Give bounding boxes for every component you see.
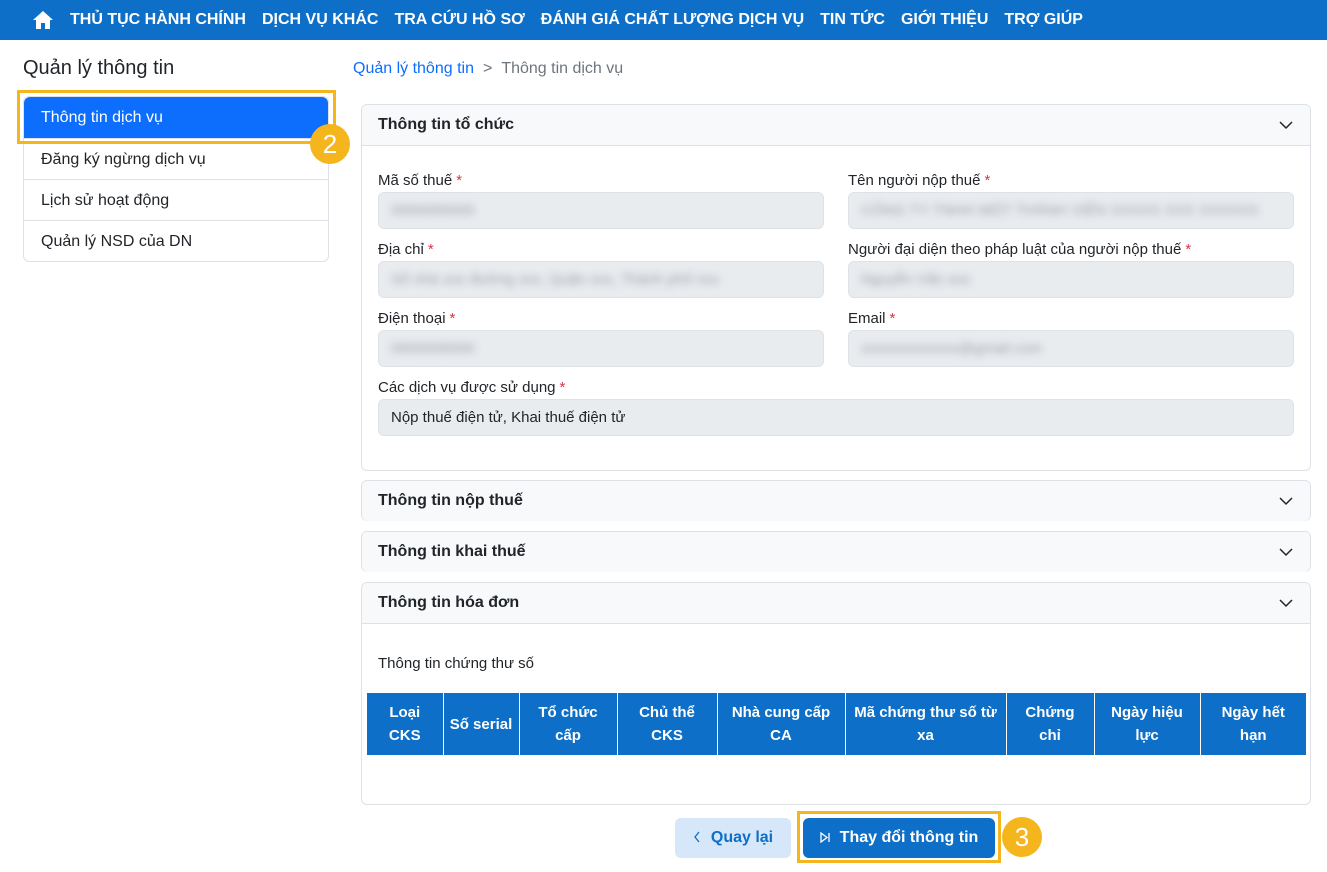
- invoice-panel-header[interactable]: Thông tin hóa đơn: [362, 583, 1310, 624]
- taxpayer-name-label: Tên người nộp thuế *: [848, 172, 991, 189]
- back-button[interactable]: Quay lại: [675, 818, 791, 858]
- email-value: xxxxxxxxxxxxx@gmail.com: [861, 340, 1043, 357]
- breadcrumb-separator: >: [482, 60, 493, 77]
- tax-payment-panel-title: Thông tin nộp thuế: [378, 492, 523, 509]
- nav-menu: THỦ TỤC HÀNH CHÍNH DỊCH VỤ KHÁC TRA CỨU …: [70, 11, 1099, 29]
- top-navbar: THỦ TỤC HÀNH CHÍNH DỊCH VỤ KHÁC TRA CỨU …: [0, 0, 1327, 40]
- taxpayer-name-value: CÔNG TY TNHH MỘT THÀNH VIÊN XXXXX XXX XX…: [861, 202, 1259, 219]
- legal-rep-value: Nguyễn Văn xxx: [861, 271, 971, 288]
- sidebar-item-activity-history[interactable]: Lịch sử hoạt động: [24, 179, 328, 220]
- tax-code-field[interactable]: 0000000000: [378, 192, 824, 229]
- table-header-cell: Số serial: [443, 693, 520, 755]
- address-label: Địa chỉ *: [378, 241, 434, 258]
- table-header-cell: Chủ thể CKS: [617, 693, 718, 755]
- table-header-cell: Ngày hiệu lực: [1094, 693, 1201, 755]
- taxpayer-name-field[interactable]: CÔNG TY TNHH MỘT THÀNH VIÊN XXXXX XXX XX…: [848, 192, 1294, 229]
- tax-payment-panel-header[interactable]: Thông tin nộp thuế: [362, 481, 1310, 521]
- chevron-down-icon: [1279, 121, 1293, 130]
- home-icon[interactable]: [32, 9, 54, 31]
- phone-label: Điện thoại *: [378, 310, 456, 327]
- change-info-button-label: Thay đổi thông tin: [839, 829, 979, 846]
- org-info-panel-title: Thông tin tổ chức: [378, 116, 515, 133]
- phone-value: 0000000000: [391, 340, 475, 357]
- tax-declaration-panel-header[interactable]: Thông tin khai thuế: [362, 532, 1310, 572]
- email-label: Email *: [848, 310, 896, 327]
- table-header-cell: Mã chứng thư số từ xa: [845, 693, 1007, 755]
- sidebar-item-stop-service[interactable]: Đăng ký ngừng dịch vụ: [24, 138, 328, 179]
- legal-rep-field[interactable]: Nguyễn Văn xxx: [848, 261, 1294, 298]
- invoice-panel-title: Thông tin hóa đơn: [378, 594, 520, 611]
- legal-rep-label: Người đại diện theo pháp luật của người …: [848, 241, 1192, 258]
- org-info-panel-header[interactable]: Thông tin tổ chức: [362, 105, 1310, 146]
- nav-item-record-lookup[interactable]: TRA CỨU HỒ SƠ: [394, 11, 524, 29]
- change-info-button[interactable]: Thay đổi thông tin: [803, 818, 995, 858]
- chevron-down-icon: [1279, 497, 1293, 506]
- digital-cert-subtitle: Thông tin chứng thư số: [378, 655, 535, 672]
- breadcrumb-current: Thông tin dịch vụ: [501, 60, 624, 77]
- step-badge-button: 3: [1002, 817, 1042, 857]
- breadcrumb-link-info-management[interactable]: Quản lý thông tin: [353, 60, 474, 78]
- table-header-cell: Tổ chức cấp: [519, 693, 618, 755]
- step-badge-sidebar: 2: [310, 124, 350, 164]
- nav-item-help[interactable]: TRỢ GIÚP: [1004, 11, 1083, 29]
- nav-item-news[interactable]: TIN TỨC: [820, 11, 885, 29]
- services-value: Nộp thuế điện tử, Khai thuế điện tử: [391, 409, 626, 426]
- tax-payment-panel: Thông tin nộp thuế: [361, 480, 1311, 521]
- tax-code-value: 0000000000: [391, 202, 475, 219]
- digital-cert-table: Loại CKS Số serial Tổ chức cấp Chủ thể C…: [367, 693, 1306, 755]
- nav-item-administrative-procedures[interactable]: THỦ TỤC HÀNH CHÍNH: [70, 11, 246, 29]
- phone-field[interactable]: 0000000000: [378, 330, 824, 367]
- chevron-down-icon: [1279, 599, 1293, 608]
- tax-declaration-panel-title: Thông tin khai thuế: [378, 543, 526, 560]
- nav-item-service-rating[interactable]: ĐÁNH GIÁ CHẤT LƯỢNG DỊCH VỤ: [541, 11, 804, 29]
- tax-declaration-panel: Thông tin khai thuế: [361, 531, 1311, 572]
- table-header-row: Loại CKS Số serial Tổ chức cấp Chủ thể C…: [367, 693, 1306, 755]
- address-value: Số nhà xxx đường xxx, Quận xxx, Thành ph…: [391, 271, 720, 288]
- services-label: Các dịch vụ được sử dụng *: [378, 379, 566, 396]
- sidebar-highlight-box: [17, 90, 336, 144]
- nav-item-about[interactable]: GIỚI THIỆU: [901, 11, 988, 29]
- back-button-label: Quay lại: [710, 829, 774, 846]
- org-info-panel: Thông tin tổ chức Mã số thuế * 0000000000…: [361, 104, 1311, 471]
- table-header-cell: Loại CKS: [367, 693, 444, 755]
- play-icon: [820, 831, 830, 846]
- sidebar-title: Quản lý thông tin: [23, 57, 175, 79]
- table-header-cell: Nhà cung cấp CA: [717, 693, 846, 755]
- services-field[interactable]: Nộp thuế điện tử, Khai thuế điện tử: [378, 399, 1294, 436]
- tax-code-label: Mã số thuế *: [378, 172, 463, 189]
- invoice-panel: Thông tin hóa đơn Thông tin chứng thư số…: [361, 582, 1311, 805]
- breadcrumb: Quản lý thông tin > Thông tin dịch vụ: [353, 60, 623, 78]
- table-header-cell: Ngày hết hạn: [1200, 693, 1306, 755]
- chevron-down-icon: [1279, 548, 1293, 557]
- email-field[interactable]: xxxxxxxxxxxxx@gmail.com: [848, 330, 1294, 367]
- address-field[interactable]: Số nhà xxx đường xxx, Quận xxx, Thành ph…: [378, 261, 824, 298]
- sidebar-item-user-management[interactable]: Quản lý NSD của DN: [24, 220, 328, 261]
- chevron-left-icon: [693, 831, 701, 846]
- nav-item-other-services[interactable]: DỊCH VỤ KHÁC: [262, 11, 378, 29]
- table-header-cell: Chứng chỉ: [1006, 693, 1095, 755]
